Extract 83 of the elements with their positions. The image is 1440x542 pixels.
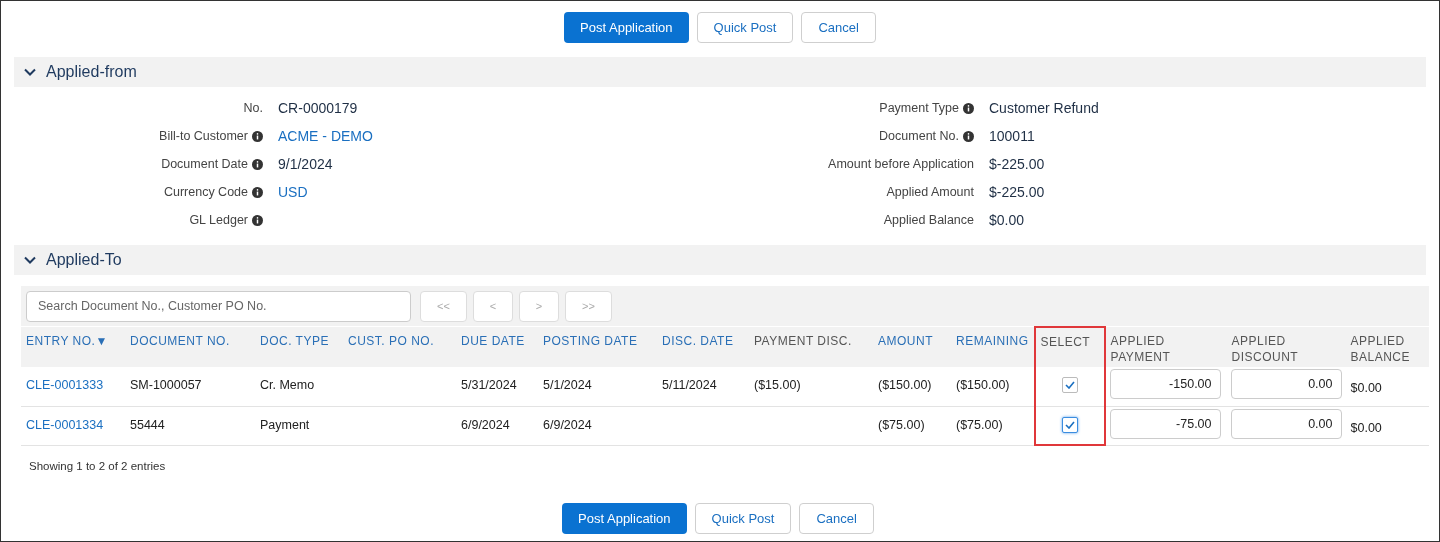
field-label: No. [243, 99, 263, 117]
column-header[interactable]: DISC. DATE [657, 327, 749, 367]
section-title: Applied-from [46, 62, 137, 82]
table-cell: $0.00 [1350, 381, 1382, 395]
table-cell: 5/1/2024 [543, 378, 592, 392]
select-checkbox[interactable] [1061, 416, 1078, 433]
field-label: Bill-to Customer [159, 127, 248, 145]
table-cell: 5/11/2024 [662, 378, 717, 392]
field-value: Customer Refund [989, 98, 1099, 118]
column-header[interactable]: CUST. PO NO. [343, 327, 456, 367]
secondary-button[interactable]: Cancel [799, 503, 874, 534]
applied-discount-field[interactable]: 0.00 [1230, 369, 1342, 399]
section-header[interactable]: Applied-from [14, 57, 1426, 87]
field-link[interactable]: ACME - DEMO [278, 125, 373, 147]
select-checkbox[interactable] [1061, 377, 1078, 393]
entry-link[interactable]: CLE-0001333 [26, 378, 104, 392]
table-cell: ($75.00) [956, 417, 1003, 432]
secondary-button[interactable]: Cancel [801, 12, 876, 43]
column-header[interactable]: AMOUNT [873, 327, 951, 367]
field-label: Applied Amount [886, 183, 974, 201]
secondary-button[interactable]: Quick Post [696, 12, 794, 43]
pager-button[interactable]: > [519, 290, 559, 322]
primary-button[interactable]: Post Application [564, 12, 689, 43]
table-cell: ($150.00) [878, 378, 932, 392]
column-header[interactable]: DOC. TYPE [255, 327, 343, 367]
chevron-icon[interactable] [24, 256, 36, 264]
column-header: APPLIED DISCOUNT [1226, 327, 1346, 367]
section-title: Applied-To [46, 250, 122, 270]
section-header[interactable]: Applied-To [14, 245, 1426, 275]
field-label: Payment Type [879, 99, 959, 117]
table-cell: Payment [260, 417, 310, 432]
column-header[interactable]: REMAINING [951, 327, 1035, 367]
column-header[interactable]: DOCUMENT NO. [125, 327, 255, 367]
field-value: $0.00 [989, 210, 1025, 230]
applied-payment-field[interactable]: -75.00 [1109, 408, 1221, 439]
table-cell: $0.00 [1350, 420, 1382, 435]
field-label: GL Ledger [189, 211, 248, 229]
table-cell: ($15.00) [754, 378, 801, 392]
info-icon [252, 214, 263, 226]
column-header[interactable]: DUE DATE [456, 327, 538, 367]
entry-link[interactable]: CLE-0001334 [26, 417, 104, 432]
secondary-button[interactable]: Quick Post [694, 503, 792, 534]
info-icon [252, 158, 263, 170]
check-icon [1064, 420, 1075, 429]
field-label: Document No. [879, 127, 959, 145]
column-header[interactable]: ENTRY NO.▼ [21, 327, 125, 367]
field-value: 100011 [989, 126, 1035, 146]
column-header[interactable]: POSTING DATE [538, 327, 657, 367]
table-cell: 6/9/2024 [543, 417, 592, 432]
pager-button[interactable]: < [473, 290, 513, 322]
field-label: Amount before Application [828, 155, 974, 173]
table-cell: 6/9/2024 [461, 417, 510, 432]
column-header: PAYMENT DISC. [749, 327, 873, 367]
field-label: Currency Code [163, 183, 248, 201]
table-cell: ($150.00) [956, 378, 1010, 392]
field-value: $-225.00 [989, 154, 1045, 174]
table-cell: 5/31/2024 [461, 378, 517, 392]
info-icon [963, 130, 974, 142]
field-label: Applied Balance [883, 211, 974, 229]
table-cell: ($75.00) [878, 417, 925, 432]
search-field[interactable]: Search Document No., Customer PO No. [26, 290, 411, 322]
info-icon [252, 186, 263, 198]
table-cell: SM-1000057 [130, 378, 202, 392]
field-value: CR-0000179 [278, 98, 358, 118]
chevron-icon[interactable] [24, 68, 36, 76]
column-header: SELECT [1034, 327, 1105, 367]
pager-button[interactable]: << [420, 290, 467, 322]
field-link[interactable]: USD [278, 181, 308, 203]
field-value: $-225.00 [989, 182, 1045, 202]
table-cell: 55444 [130, 417, 165, 432]
field-value: 9/1/2024 [278, 154, 333, 174]
pager-button[interactable]: >> [565, 290, 612, 322]
field-label: Document Date [161, 155, 248, 173]
primary-button[interactable]: Post Application [562, 503, 687, 534]
column-header: APPLIED BALANCE [1345, 327, 1429, 367]
entries-summary: Showing 1 to 2 of 2 entries [29, 460, 166, 472]
check-icon [1064, 381, 1075, 389]
applied-payment-field[interactable]: -150.00 [1109, 369, 1221, 399]
info-icon [963, 102, 974, 114]
info-icon [252, 130, 263, 142]
applied-discount-field[interactable]: 0.00 [1230, 408, 1342, 439]
table-cell: Cr. Memo [260, 378, 315, 392]
column-header: APPLIED PAYMENT [1104, 327, 1227, 367]
